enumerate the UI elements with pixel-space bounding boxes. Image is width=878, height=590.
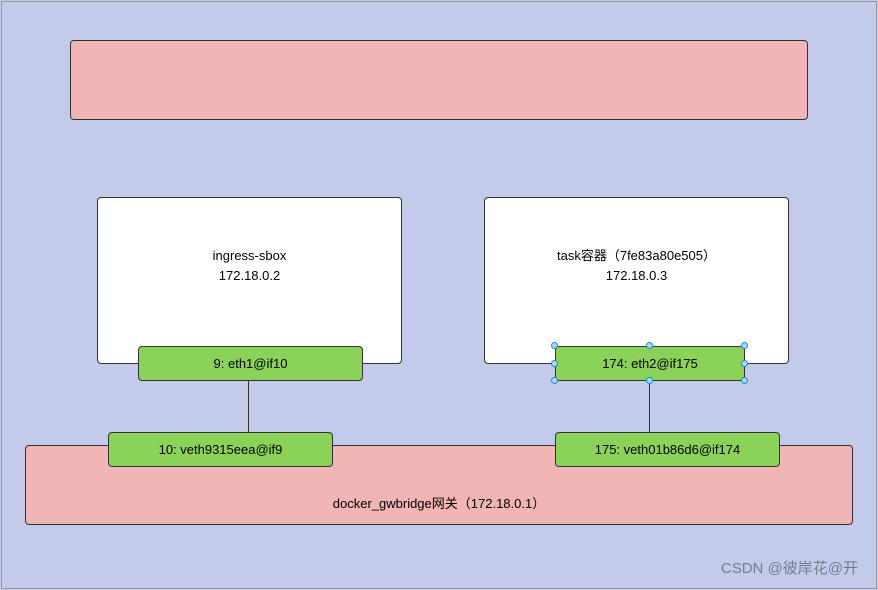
veth2-label: 175: veth01b86d6@if174 <box>595 442 740 457</box>
ingress-sbox-container: ingress-sbox 172.18.0.2 <box>97 197 402 364</box>
selection-handle[interactable] <box>551 342 558 349</box>
task-container-ip: 172.18.0.3 <box>606 266 667 286</box>
link-line-left <box>248 381 249 432</box>
top-pink-bar <box>70 40 808 120</box>
task-container: task容器（7fe83a80e505） 172.18.0.3 <box>484 197 789 364</box>
docker-gwbridge-label: docker_gwbridge网关（172.18.0.1） <box>333 493 545 512</box>
selection-handle[interactable] <box>741 360 748 367</box>
selection-handle[interactable] <box>741 377 748 384</box>
veth1-interface: 10: veth9315eea@if9 <box>108 432 333 467</box>
eth2-label: 174: eth2@if175 <box>602 356 698 371</box>
link-line-right <box>649 381 650 432</box>
selection-handle[interactable] <box>551 360 558 367</box>
eth1-label: 9: eth1@if10 <box>214 356 288 371</box>
eth2-interface[interactable]: 174: eth2@if175 <box>555 346 745 381</box>
veth1-label: 10: veth9315eea@if9 <box>159 442 283 457</box>
ingress-sbox-title: ingress-sbox <box>213 246 287 266</box>
task-container-title: task容器（7fe83a80e505） <box>557 246 716 266</box>
selection-handle[interactable] <box>646 342 653 349</box>
selection-handle[interactable] <box>551 377 558 384</box>
ingress-sbox-ip: 172.18.0.2 <box>219 266 280 286</box>
selection-handle[interactable] <box>646 377 653 384</box>
veth2-interface: 175: veth01b86d6@if174 <box>555 432 780 467</box>
selection-handle[interactable] <box>741 342 748 349</box>
eth1-interface: 9: eth1@if10 <box>138 346 363 381</box>
watermark: CSDN @彼岸花@开 <box>721 557 858 578</box>
